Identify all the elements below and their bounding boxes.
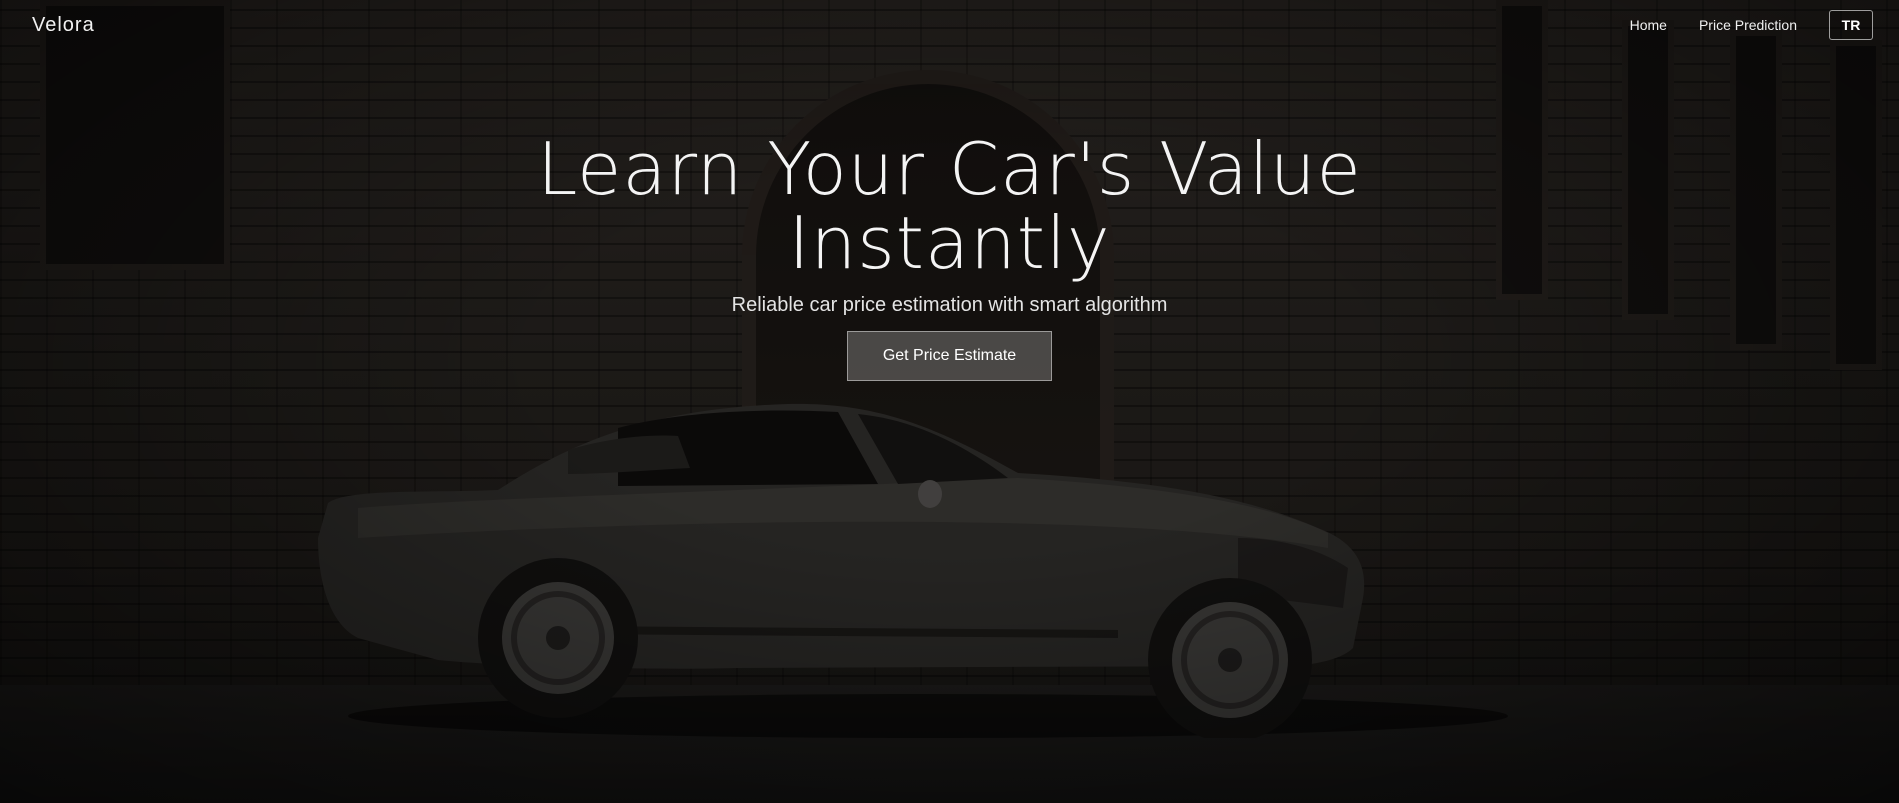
top-navbar: Velora Home Price Prediction TR: [0, 0, 1899, 50]
nav-link-home[interactable]: Home: [1630, 17, 1667, 33]
hero-background-image: [0, 0, 1899, 803]
hero-title: Learn Your Car's Value Instantly: [0, 132, 1899, 280]
hero-section: Velora Home Price Prediction TR Learn Yo…: [0, 0, 1899, 803]
hero-copy: Learn Your Car's Value Instantly Reliabl…: [0, 132, 1899, 381]
hero-subtitle: Reliable car price estimation with smart…: [731, 294, 1168, 316]
nav-links: Home Price Prediction TR: [1598, 10, 1873, 40]
hero-title-line-1: Learn Your Car's Value: [537, 127, 1362, 211]
nav-link-price-prediction[interactable]: Price Prediction: [1699, 17, 1797, 33]
language-toggle-button[interactable]: TR: [1829, 10, 1873, 40]
hero-title-line-2: Instantly: [788, 201, 1111, 285]
get-price-estimate-button[interactable]: Get Price Estimate: [847, 331, 1052, 381]
brand-logo[interactable]: Velora: [32, 14, 95, 37]
